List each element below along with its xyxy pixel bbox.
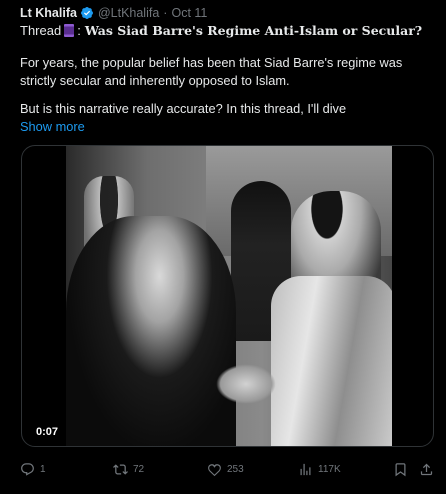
views-chart-icon <box>300 463 311 476</box>
views-count: 117K <box>318 464 341 475</box>
thread-spool-icon <box>64 24 75 37</box>
retweet-button[interactable]: 72 <box>113 462 144 477</box>
author-name[interactable]: Lt Khalifa <box>20 6 77 20</box>
share-icon <box>420 463 433 476</box>
thread-prefix: Thread <box>20 23 62 38</box>
video-timestamp: 0:07 <box>36 426 59 438</box>
bookmark-icon <box>395 463 406 477</box>
tweet-title-line: Thread : Was Siad Barre's Regime Anti-Is… <box>20 23 422 38</box>
views-button[interactable]: 117K <box>298 462 341 477</box>
action-bar: 1 72 253 117K <box>20 462 434 482</box>
thread-separator: : <box>77 23 81 38</box>
tweet-date[interactable]: Oct 11 <box>171 6 207 20</box>
video-frame <box>66 146 392 446</box>
tweet-paragraph-1: For years, the popular belief has been t… <box>20 55 403 88</box>
show-more-link[interactable]: Show more <box>20 119 85 134</box>
tweet-header: Lt Khalifa @LtKhalifa · Oct 11 <box>20 5 207 21</box>
verified-badge-icon <box>80 7 93 19</box>
retweet-icon <box>113 464 128 475</box>
reply-button[interactable]: 1 <box>20 462 46 477</box>
bookmark-button[interactable] <box>393 462 408 477</box>
share-button[interactable] <box>419 462 434 477</box>
reply-count: 1 <box>40 464 46 475</box>
tweet-title: Was Siad Barre's Regime Anti-Islam or Se… <box>84 23 423 38</box>
like-button[interactable]: 253 <box>207 462 244 477</box>
separator-dot: · <box>163 6 168 20</box>
video-player[interactable]: 0:07 <box>21 145 434 447</box>
like-count: 253 <box>227 464 244 475</box>
reply-icon <box>21 463 34 476</box>
retweet-count: 72 <box>133 464 145 475</box>
tweet-paragraph-2: But is this narrative really accurate? I… <box>20 101 347 116</box>
tweet[interactable]: Lt Khalifa @LtKhalifa · Oct 11 Thread : … <box>0 0 446 494</box>
author-handle[interactable]: @LtKhalifa <box>98 6 159 20</box>
heart-icon <box>208 464 221 477</box>
